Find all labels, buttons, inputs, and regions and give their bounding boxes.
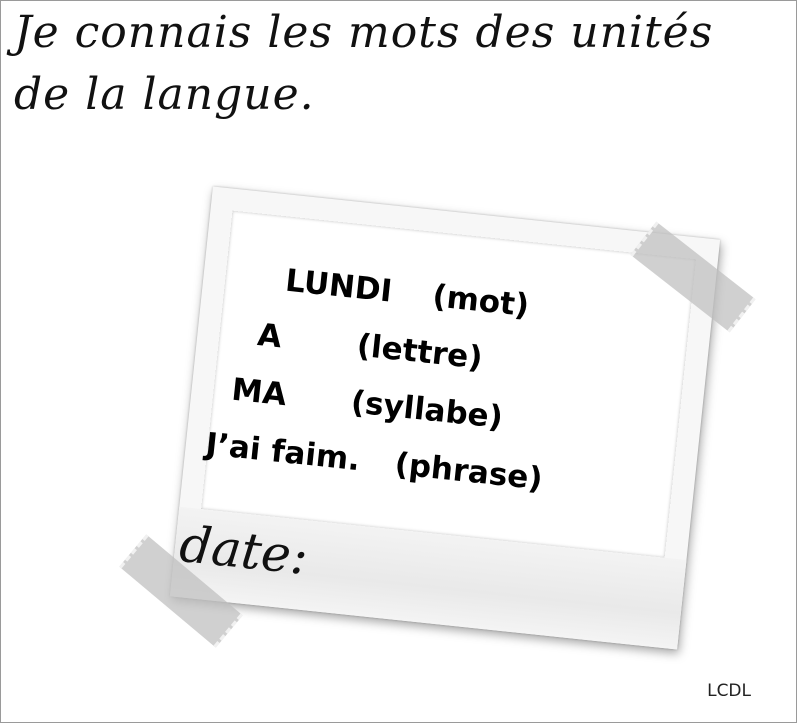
credit-text: LCDL bbox=[707, 681, 751, 701]
item-word: A bbox=[255, 317, 284, 356]
title-line-1: Je connais les mots des unités bbox=[14, 7, 714, 58]
word-list: LUNDI (mot) A (lettre) MA (syllabe) J’ai… bbox=[204, 250, 685, 521]
item-word: MA bbox=[229, 371, 289, 414]
title-line-2: de la langue. bbox=[14, 69, 315, 120]
page-title: Je connais les mots des unités de la lan… bbox=[14, 2, 784, 126]
item-category: (mot) bbox=[430, 278, 531, 325]
